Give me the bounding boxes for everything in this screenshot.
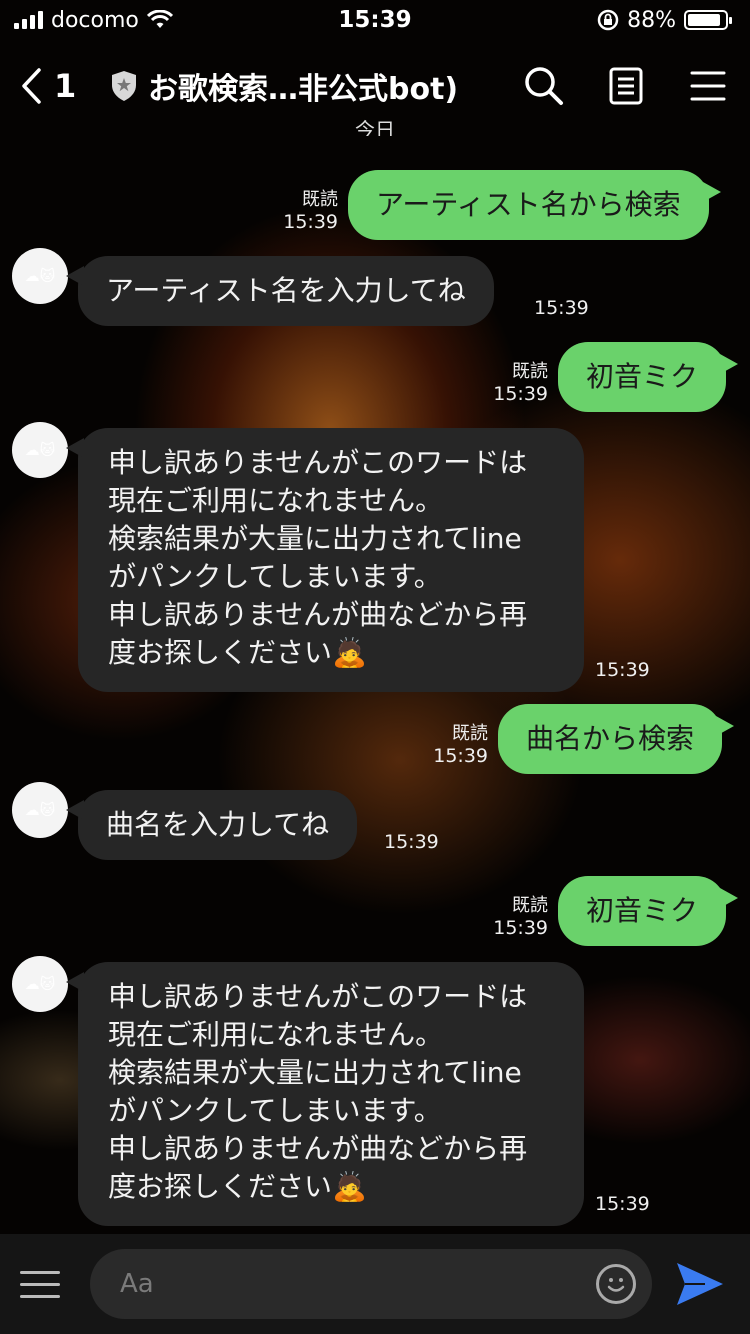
message-text: 曲名を入力してね [78, 790, 358, 860]
bubble-tail [66, 438, 84, 458]
menu-button[interactable] [686, 64, 730, 108]
message-time: 15:39 [493, 917, 548, 939]
message-text: 曲名から検索 [498, 704, 723, 774]
read-receipt: 既読 15:39 [268, 188, 338, 234]
read-receipt: 既読 15:39 [478, 894, 548, 940]
message-time: 15:39 [595, 659, 650, 681]
emoji-icon[interactable] [596, 1264, 636, 1304]
menu-icon [690, 71, 726, 101]
message-outgoing[interactable]: 曲名から検索 [498, 704, 735, 774]
header-actions [522, 64, 730, 108]
message-time: 15:39 [433, 745, 488, 767]
message-outgoing[interactable]: 初音ミク [558, 342, 739, 412]
back-chevron-icon [22, 68, 41, 104]
message-input-bar: Aa [0, 1234, 750, 1334]
wifi-icon [146, 10, 173, 28]
back-count: 1 [54, 67, 77, 105]
shield-star-icon [112, 71, 136, 101]
message-outgoing[interactable]: 初音ミク [558, 876, 739, 946]
message-input[interactable]: Aa [90, 1249, 652, 1319]
status-bar: docomo 15:39 88% [0, 0, 750, 40]
avatar-glyph: ☁🐱 [24, 801, 56, 819]
battery-icon [684, 10, 732, 30]
message-time: 15:39 [493, 383, 548, 405]
message-time: 15:39 [595, 1193, 650, 1215]
read-label: 既読 [302, 189, 338, 210]
read-label: 既読 [512, 361, 548, 382]
back-button[interactable]: 1 [20, 67, 110, 105]
message-time: 15:39 [384, 831, 439, 853]
chat-title[interactable]: お歌検索…非公式bot) [110, 64, 510, 108]
avatar-glyph: ☁🐱 [24, 267, 56, 285]
chat-screen: docomo 15:39 88% 1 お歌検索…非公式bot) 今日 既読 15… [0, 0, 750, 1334]
search-icon [525, 67, 563, 105]
bubble-tail [66, 972, 84, 992]
message-text: アーティスト名から検索 [348, 170, 709, 240]
bot-avatar[interactable]: ☁🐱 [12, 782, 68, 838]
read-receipt: 既読 15:39 [418, 722, 488, 768]
send-arrow-icon [677, 1263, 723, 1305]
battery-percent: 88% [627, 7, 676, 33]
notes-button[interactable] [604, 64, 648, 108]
message-outgoing[interactable]: アーティスト名から検索 [348, 170, 721, 240]
bubble-tail [720, 354, 739, 374]
bot-avatar[interactable]: ☁🐱 [12, 422, 68, 478]
message-text: 申し訳ありませんがこのワードは 現在ご利用になれません。 検索結果が大量に出力さ… [78, 428, 584, 692]
avatar-glyph: ☁🐱 [24, 975, 56, 993]
bot-avatar[interactable]: ☁🐱 [12, 248, 68, 304]
more-menu-icon[interactable] [20, 1270, 60, 1298]
avatar-glyph: ☁🐱 [24, 441, 56, 459]
bubble-tail [66, 266, 84, 286]
message-text: 申し訳ありませんがこのワードは 現在ご利用になれません。 検索結果が大量に出力さ… [78, 962, 584, 1226]
message-time: 15:39 [283, 211, 338, 233]
chat-header: 1 お歌検索…非公式bot) [0, 48, 750, 124]
chat-title-text: お歌検索…非公式bot) [148, 72, 459, 107]
message-input-placeholder: Aa [120, 1269, 154, 1299]
status-left: docomo [14, 8, 173, 33]
signal-icon [14, 11, 43, 29]
status-right: 88% [597, 7, 732, 33]
message-incoming[interactable]: 申し訳ありませんがこのワードは 現在ご利用になれません。 検索結果が大量に出力さ… [66, 962, 584, 1226]
date-separator: 今日 [355, 118, 395, 136]
send-button[interactable] [670, 1254, 730, 1314]
message-text: アーティスト名を入力してね [78, 256, 494, 326]
search-button[interactable] [522, 64, 566, 108]
message-incoming[interactable]: アーティスト名を入力してね [66, 256, 494, 326]
rotation-lock-icon [597, 9, 619, 31]
message-incoming[interactable]: 曲名を入力してね [66, 790, 358, 860]
bubble-tail [720, 888, 739, 908]
bubble-tail [66, 800, 84, 820]
read-receipt: 既読 15:39 [478, 360, 548, 406]
read-label: 既読 [452, 723, 488, 744]
carrier-label: docomo [51, 7, 139, 33]
bot-avatar[interactable]: ☁🐱 [12, 956, 68, 1012]
read-label: 既読 [512, 895, 548, 916]
message-time: 15:39 [534, 297, 589, 319]
message-text: 初音ミク [558, 876, 727, 946]
bubble-tail [702, 182, 721, 202]
notes-icon [609, 67, 643, 105]
bubble-tail [716, 716, 735, 736]
message-incoming[interactable]: 申し訳ありませんがこのワードは 現在ご利用になれません。 検索結果が大量に出力さ… [66, 428, 584, 692]
message-text: 初音ミク [558, 342, 727, 412]
